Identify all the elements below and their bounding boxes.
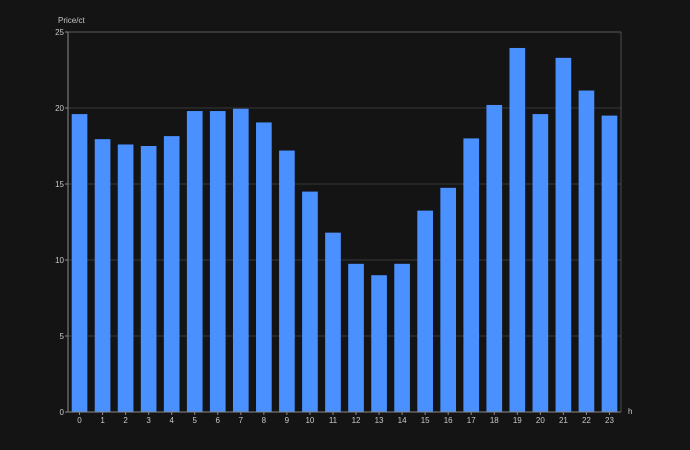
x-tick-label: 0: [77, 416, 82, 425]
bar-hour-18: [486, 104, 503, 413]
bar-chart: 0510152025 0 1 2 3 4 5 6 7 8 9 10 11 12 13 14 15 16 17 18 1…: [55, 16, 632, 425]
bar-hour-11: [325, 232, 341, 412]
bar-hour-1: [94, 139, 111, 412]
bar-hour-0: [71, 114, 88, 412]
bar-hour-9: [279, 150, 295, 412]
x-tick-label: 23: [605, 416, 614, 425]
y-tick-label: 0: [60, 408, 65, 417]
y-tick-label: 15: [55, 180, 64, 189]
x-tick-label: 21: [559, 416, 568, 425]
bar-hour-19: [509, 47, 526, 413]
bars: [71, 47, 618, 413]
x-tick-label: 14: [398, 416, 407, 425]
x-tick-label: 10: [305, 416, 314, 425]
y-tick-label: 20: [55, 104, 64, 113]
x-tick-label: 12: [352, 416, 361, 425]
bar-hour-3: [140, 146, 157, 412]
y-tick-label: 5: [60, 332, 65, 341]
x-tick-label: 7: [239, 416, 244, 425]
bar-hour-20: [532, 114, 549, 412]
x-tick-label: 22: [582, 416, 591, 425]
bar-hour-8: [256, 122, 272, 412]
x-tick-label: 19: [513, 416, 522, 425]
bar-hour-23: [601, 115, 618, 412]
bar-hour-21: [555, 57, 572, 413]
x-tick-label: 6: [216, 416, 221, 425]
bar-hour-13: [371, 275, 387, 412]
bar-hour-14: [394, 263, 410, 412]
x-tick-label: 15: [421, 416, 430, 425]
x-tick-label: 18: [490, 416, 499, 425]
x-axis-title: h: [628, 407, 632, 416]
x-tick-label: 8: [262, 416, 267, 425]
x-tick-label: 2: [123, 416, 128, 425]
x-tick-label: 17: [467, 416, 476, 425]
x-tick-label: 3: [146, 416, 151, 425]
x-tick-label: 4: [169, 416, 174, 425]
bar-hour-2: [117, 144, 134, 413]
bar-hour-5: [186, 111, 203, 412]
bar-hour-22: [578, 90, 595, 413]
y-tick-labels: 0 5 10 15 20 25: [55, 28, 68, 417]
bar-hour-6: [209, 111, 226, 412]
chart-container: 0 5 10 15 20 25 0 1 2 3 4 5 6 7 8 9 10 11 12 13 14 15 16 17 18 1…: [0, 0, 690, 450]
x-tick-label: 9: [285, 416, 290, 425]
bar-hour-10: [302, 191, 318, 412]
bar-hour-4: [163, 136, 180, 412]
bar-hour-16: [440, 187, 457, 412]
bar-hour-7: [232, 108, 249, 412]
x-tick-label: 13: [375, 416, 384, 425]
y-axis-title: Price/ct: [58, 16, 85, 25]
x-tick-labels: 0 1 2 3 4 5 6 7 8 9 10 11 12 13 14 15 16 17 18 19 20 21 22 23: [77, 412, 614, 425]
bar-hour-12: [348, 263, 364, 412]
x-tick-label: 5: [193, 416, 198, 425]
y-tick-label: 25: [55, 28, 64, 37]
bar-hour-15: [417, 210, 433, 412]
x-tick-label: 1: [100, 416, 105, 425]
y-tick-label: 10: [55, 256, 64, 265]
bar-hour-17: [463, 138, 480, 412]
x-tick-label: 11: [329, 416, 338, 425]
x-tick-label: 20: [536, 416, 545, 425]
x-tick-label: 16: [444, 416, 453, 425]
